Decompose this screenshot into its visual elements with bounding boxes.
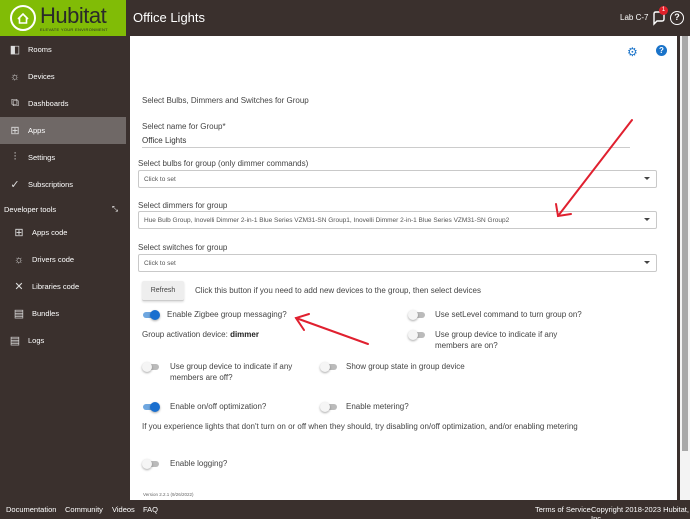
switches-label: Select switches for group: [138, 243, 228, 252]
onoff-optimization-label: Enable on/off optimization?: [170, 402, 267, 411]
footer-link-videos[interactable]: Videos: [112, 505, 135, 514]
sidebar-item-label: Logs: [28, 336, 45, 345]
sidebar-item-subscriptions[interactable]: ✓ Subscriptions: [0, 171, 126, 198]
metering-label: Enable metering?: [346, 402, 409, 411]
refresh-hint: Click this button if you need to add new…: [195, 286, 481, 295]
setlevel-toggle[interactable]: [408, 310, 426, 320]
sidebar-item-apps[interactable]: ⊞ Apps: [0, 117, 126, 144]
footer-link-faq[interactable]: FAQ: [143, 505, 158, 514]
activation-label-text: Group activation device:: [142, 330, 228, 339]
copyright-text: Copyright 2018-2023 Hubitat, Inc.: [591, 505, 689, 519]
zigbee-messaging-toggle[interactable]: [142, 310, 160, 320]
sidebar: ◧ Rooms ☼ Devices ⧉ Dashboards ⊞ Apps ⫶ …: [0, 36, 126, 500]
group-name-input[interactable]: Office Lights: [142, 136, 186, 145]
onoff-optimization-toggle[interactable]: [142, 402, 160, 412]
group-name-label: Select name for Group*: [142, 122, 226, 131]
indicate-off-label-line2: members are off?: [170, 373, 233, 382]
chevron-down-icon: [644, 177, 650, 180]
hubitat-logo[interactable]: Hubitat ELEVATE YOUR ENVIRONMENT: [0, 0, 126, 36]
sidebar-item-drivers-code[interactable]: ☼ Drivers code: [0, 246, 126, 273]
sidebar-item-label: Devices: [28, 72, 55, 81]
bulbs-label: Select bulbs for group (only dimmer comm…: [138, 159, 309, 168]
section-title: Select Bulbs, Dimmers and Switches for G…: [142, 96, 309, 105]
apps-icon: ⊞: [10, 125, 20, 137]
brand-name: Hubitat: [40, 2, 107, 28]
dimmers-label: Select dimmers for group: [138, 201, 228, 210]
main-panel: ⚙ ? Select Bulbs, Dimmers and Switches f…: [130, 36, 677, 500]
brand-tagline: ELEVATE YOUR ENVIRONMENT: [40, 26, 108, 32]
bulbs-select[interactable]: Click to set: [138, 170, 657, 188]
chevron-down-icon: [644, 218, 650, 221]
libraries-code-icon: ✕: [14, 281, 24, 293]
activation-device-value: dimmer: [230, 330, 259, 339]
sidebar-item-label: Libraries code: [32, 282, 80, 291]
developer-tools-header[interactable]: Developer tools ⤡: [0, 199, 126, 219]
logging-toggle[interactable]: [142, 459, 160, 469]
sidebar-item-dashboards[interactable]: ⧉ Dashboards: [0, 90, 126, 117]
bulbs-select-value: Click to set: [144, 175, 176, 183]
activation-device-label: Group activation device: dimmer: [142, 330, 259, 339]
footer: Documentation Community Videos FAQ Terms…: [0, 500, 690, 519]
metering-toggle[interactable]: [320, 402, 338, 412]
footer-link-terms[interactable]: Terms of Service: [535, 505, 591, 514]
chevron-down-icon: [644, 261, 650, 264]
sidebar-item-label: Dashboards: [28, 99, 69, 108]
indicate-on-label-line2: members are on?: [435, 341, 498, 350]
sidebar-item-label: Apps: [28, 126, 46, 135]
home-icon: [10, 5, 36, 31]
devices-icon: ☼: [9, 70, 21, 83]
sidebar-item-rooms[interactable]: ◧ Rooms: [0, 36, 126, 63]
switches-select-value: Click to set: [144, 259, 176, 267]
footer-link-documentation[interactable]: Documentation: [6, 505, 56, 514]
sidebar-item-label: Subscriptions: [28, 180, 74, 189]
sidebar-item-devices[interactable]: ☼ Devices: [0, 63, 126, 90]
show-state-toggle[interactable]: [320, 362, 338, 372]
indicate-on-toggle[interactable]: [408, 330, 426, 340]
logging-label: Enable logging?: [170, 459, 228, 468]
sidebar-item-libraries-code[interactable]: ✕ Libraries code: [0, 273, 126, 300]
dashboards-icon: ⧉: [11, 97, 19, 109]
drivers-code-icon: ☼: [13, 253, 25, 266]
notification-badge: 1: [659, 6, 668, 15]
indicate-off-toggle[interactable]: [142, 362, 160, 372]
rooms-icon: ◧: [9, 44, 21, 56]
sidebar-item-bundles[interactable]: ▤ Bundles: [0, 300, 126, 327]
logs-icon: ▤: [9, 335, 21, 347]
page-scrollbar[interactable]: [680, 36, 690, 500]
sidebar-item-label: Apps code: [32, 228, 68, 237]
indicate-on-label-line1: Use group device to indicate if any: [435, 330, 558, 339]
page-title: Office Lights: [133, 10, 206, 25]
sidebar-item-settings[interactable]: ⫶ Settings: [0, 144, 126, 171]
help-icon[interactable]: ?: [656, 45, 667, 56]
show-state-label: Show group state in group device: [346, 362, 465, 371]
settings-sliders-icon: ⫶: [13, 151, 17, 163]
switches-select[interactable]: Click to set: [138, 254, 657, 272]
top-bar: Hubitat ELEVATE YOUR ENVIRONMENT Office …: [0, 0, 690, 36]
dimmers-select-value: Hue Bulb Group, Inovelli Dimmer 2-in-1 B…: [144, 216, 510, 224]
help-icon[interactable]: ?: [670, 11, 684, 25]
footer-link-community[interactable]: Community: [65, 505, 103, 514]
indicate-off-label-line1: Use group device to indicate if any: [170, 362, 293, 371]
sidebar-item-label: Rooms: [28, 45, 52, 54]
refresh-button[interactable]: Refresh: [142, 281, 184, 301]
collapse-icon[interactable]: ⤡: [112, 204, 118, 214]
version-text: Version 2.2.1 (9/26/2022): [143, 492, 194, 497]
sidebar-item-label: Bundles: [32, 309, 60, 318]
setlevel-label: Use setLevel command to turn group on?: [435, 310, 582, 319]
sidebar-item-label: Drivers code: [32, 255, 75, 264]
sidebar-item-label: Settings: [28, 153, 56, 162]
hub-name[interactable]: Lab C-7: [620, 13, 648, 22]
subscriptions-icon: ✓: [10, 179, 20, 191]
dimmers-select[interactable]: Hue Bulb Group, Inovelli Dimmer 2-in-1 B…: [138, 211, 657, 229]
developer-tools-label: Developer tools: [4, 204, 57, 214]
bundles-icon: ▤: [13, 308, 25, 320]
group-name-underline: [142, 147, 630, 148]
gear-icon[interactable]: ⚙: [627, 45, 638, 59]
sidebar-item-apps-code[interactable]: ⊞ Apps code: [0, 219, 126, 246]
apps-code-icon: ⊞: [14, 227, 24, 239]
optimization-hint: If you experience lights that don't turn…: [142, 422, 578, 431]
scrollbar-thumb[interactable]: [682, 36, 688, 451]
zigbee-messaging-label: Enable Zigbee group messaging?: [167, 310, 287, 319]
sidebar-item-logs[interactable]: ▤ Logs: [0, 327, 126, 354]
